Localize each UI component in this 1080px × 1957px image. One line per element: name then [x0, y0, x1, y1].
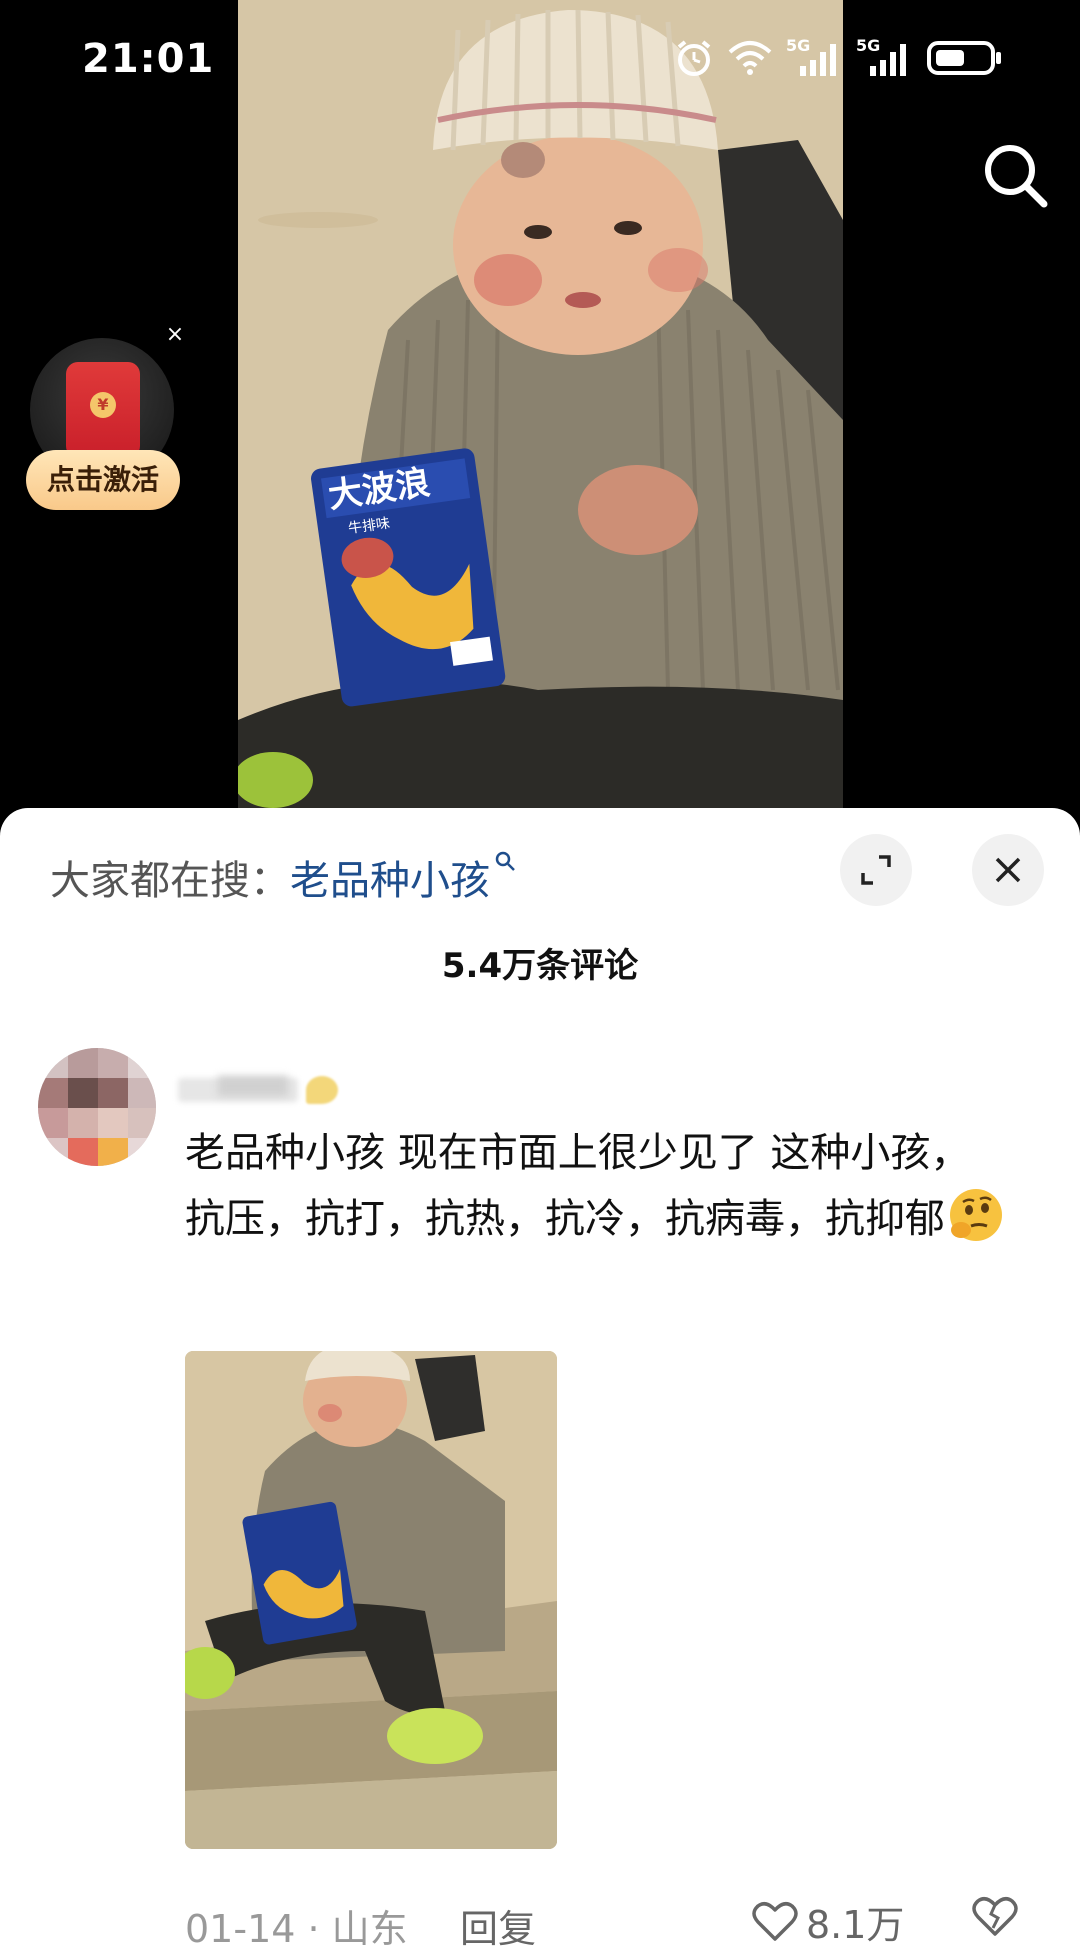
signal-bars-icon — [870, 44, 906, 76]
status-icons: 5G 5G — [674, 36, 1002, 78]
username-blurred[interactable] — [178, 1066, 348, 1110]
expand-icon — [861, 855, 891, 885]
like-count: 8.1万 — [806, 1903, 905, 1947]
search-button[interactable] — [980, 140, 1050, 210]
signal-bars-icon — [800, 44, 836, 76]
status-bar: 21:01 5G 5G — [0, 0, 1080, 120]
comment-photo — [185, 1351, 557, 1849]
coin-icon: ¥ — [90, 392, 116, 418]
avatar[interactable] — [38, 1048, 156, 1166]
search-icon — [985, 145, 1048, 208]
red-packet-close-button[interactable]: × — [160, 320, 190, 350]
search-icon — [495, 851, 515, 871]
heart-icon — [752, 1901, 798, 1941]
hot-search-prefix: 大家都在搜： — [50, 858, 290, 904]
red-packet-widget[interactable]: ¥ 点击激活 — [26, 338, 186, 518]
comment-image[interactable] — [185, 1351, 557, 1849]
battery-icon — [927, 41, 1001, 75]
reply-button[interactable]: 回复 — [460, 1898, 536, 1953]
comments-sheet: 大家都在搜：老品种小孩 5.4万条评论 老品种小孩 现在市面上很少见了 这种小孩… — [0, 808, 1080, 1957]
close-icon — [995, 857, 1021, 883]
comment-date-location: 01-14 · 山东 — [185, 1907, 408, 1951]
wifi-icon — [728, 41, 772, 75]
thinking-face-emoji-icon — [950, 1189, 1002, 1241]
comment-text: 老品种小孩 现在市面上很少见了 这种小孩，抗压，抗打，抗热，抗冷，抗病毒，抗抑郁 — [185, 1130, 971, 1242]
like-button[interactable]: 8.1万 — [752, 1894, 904, 1949]
hot-search-term[interactable]: 老品种小孩 — [290, 858, 490, 904]
video-player[interactable]: 大波浪 牛排味 21:01 5G 5G ¥ 点击激活 × — [0, 0, 1080, 830]
signal-icon-2: 5G — [856, 36, 912, 78]
dislike-button[interactable] — [972, 1896, 1018, 1942]
comment-body: 老品种小孩 现在市面上很少见了 这种小孩，抗压，抗打，抗热，抗冷，抗病毒，抗抑郁 — [185, 1120, 1005, 1252]
red-envelope-icon: ¥ — [66, 362, 140, 458]
status-time: 21:01 — [82, 36, 215, 82]
hot-search-row[interactable]: 大家都在搜：老品种小孩 — [50, 848, 516, 906]
close-button[interactable] — [972, 834, 1044, 906]
broken-heart-icon — [972, 1897, 1018, 1936]
comment-count: 5.4万条评论 — [441, 946, 639, 986]
video-scene: 大波浪 牛排味 — [238, 0, 843, 810]
alarm-icon — [677, 40, 711, 76]
activate-button[interactable]: 点击激活 — [26, 450, 180, 510]
leaf-badge-icon — [306, 1076, 338, 1104]
expand-button[interactable] — [840, 834, 912, 906]
signal-icon-1: 5G — [786, 36, 842, 78]
video-frame[interactable]: 大波浪 牛排味 — [238, 0, 843, 810]
